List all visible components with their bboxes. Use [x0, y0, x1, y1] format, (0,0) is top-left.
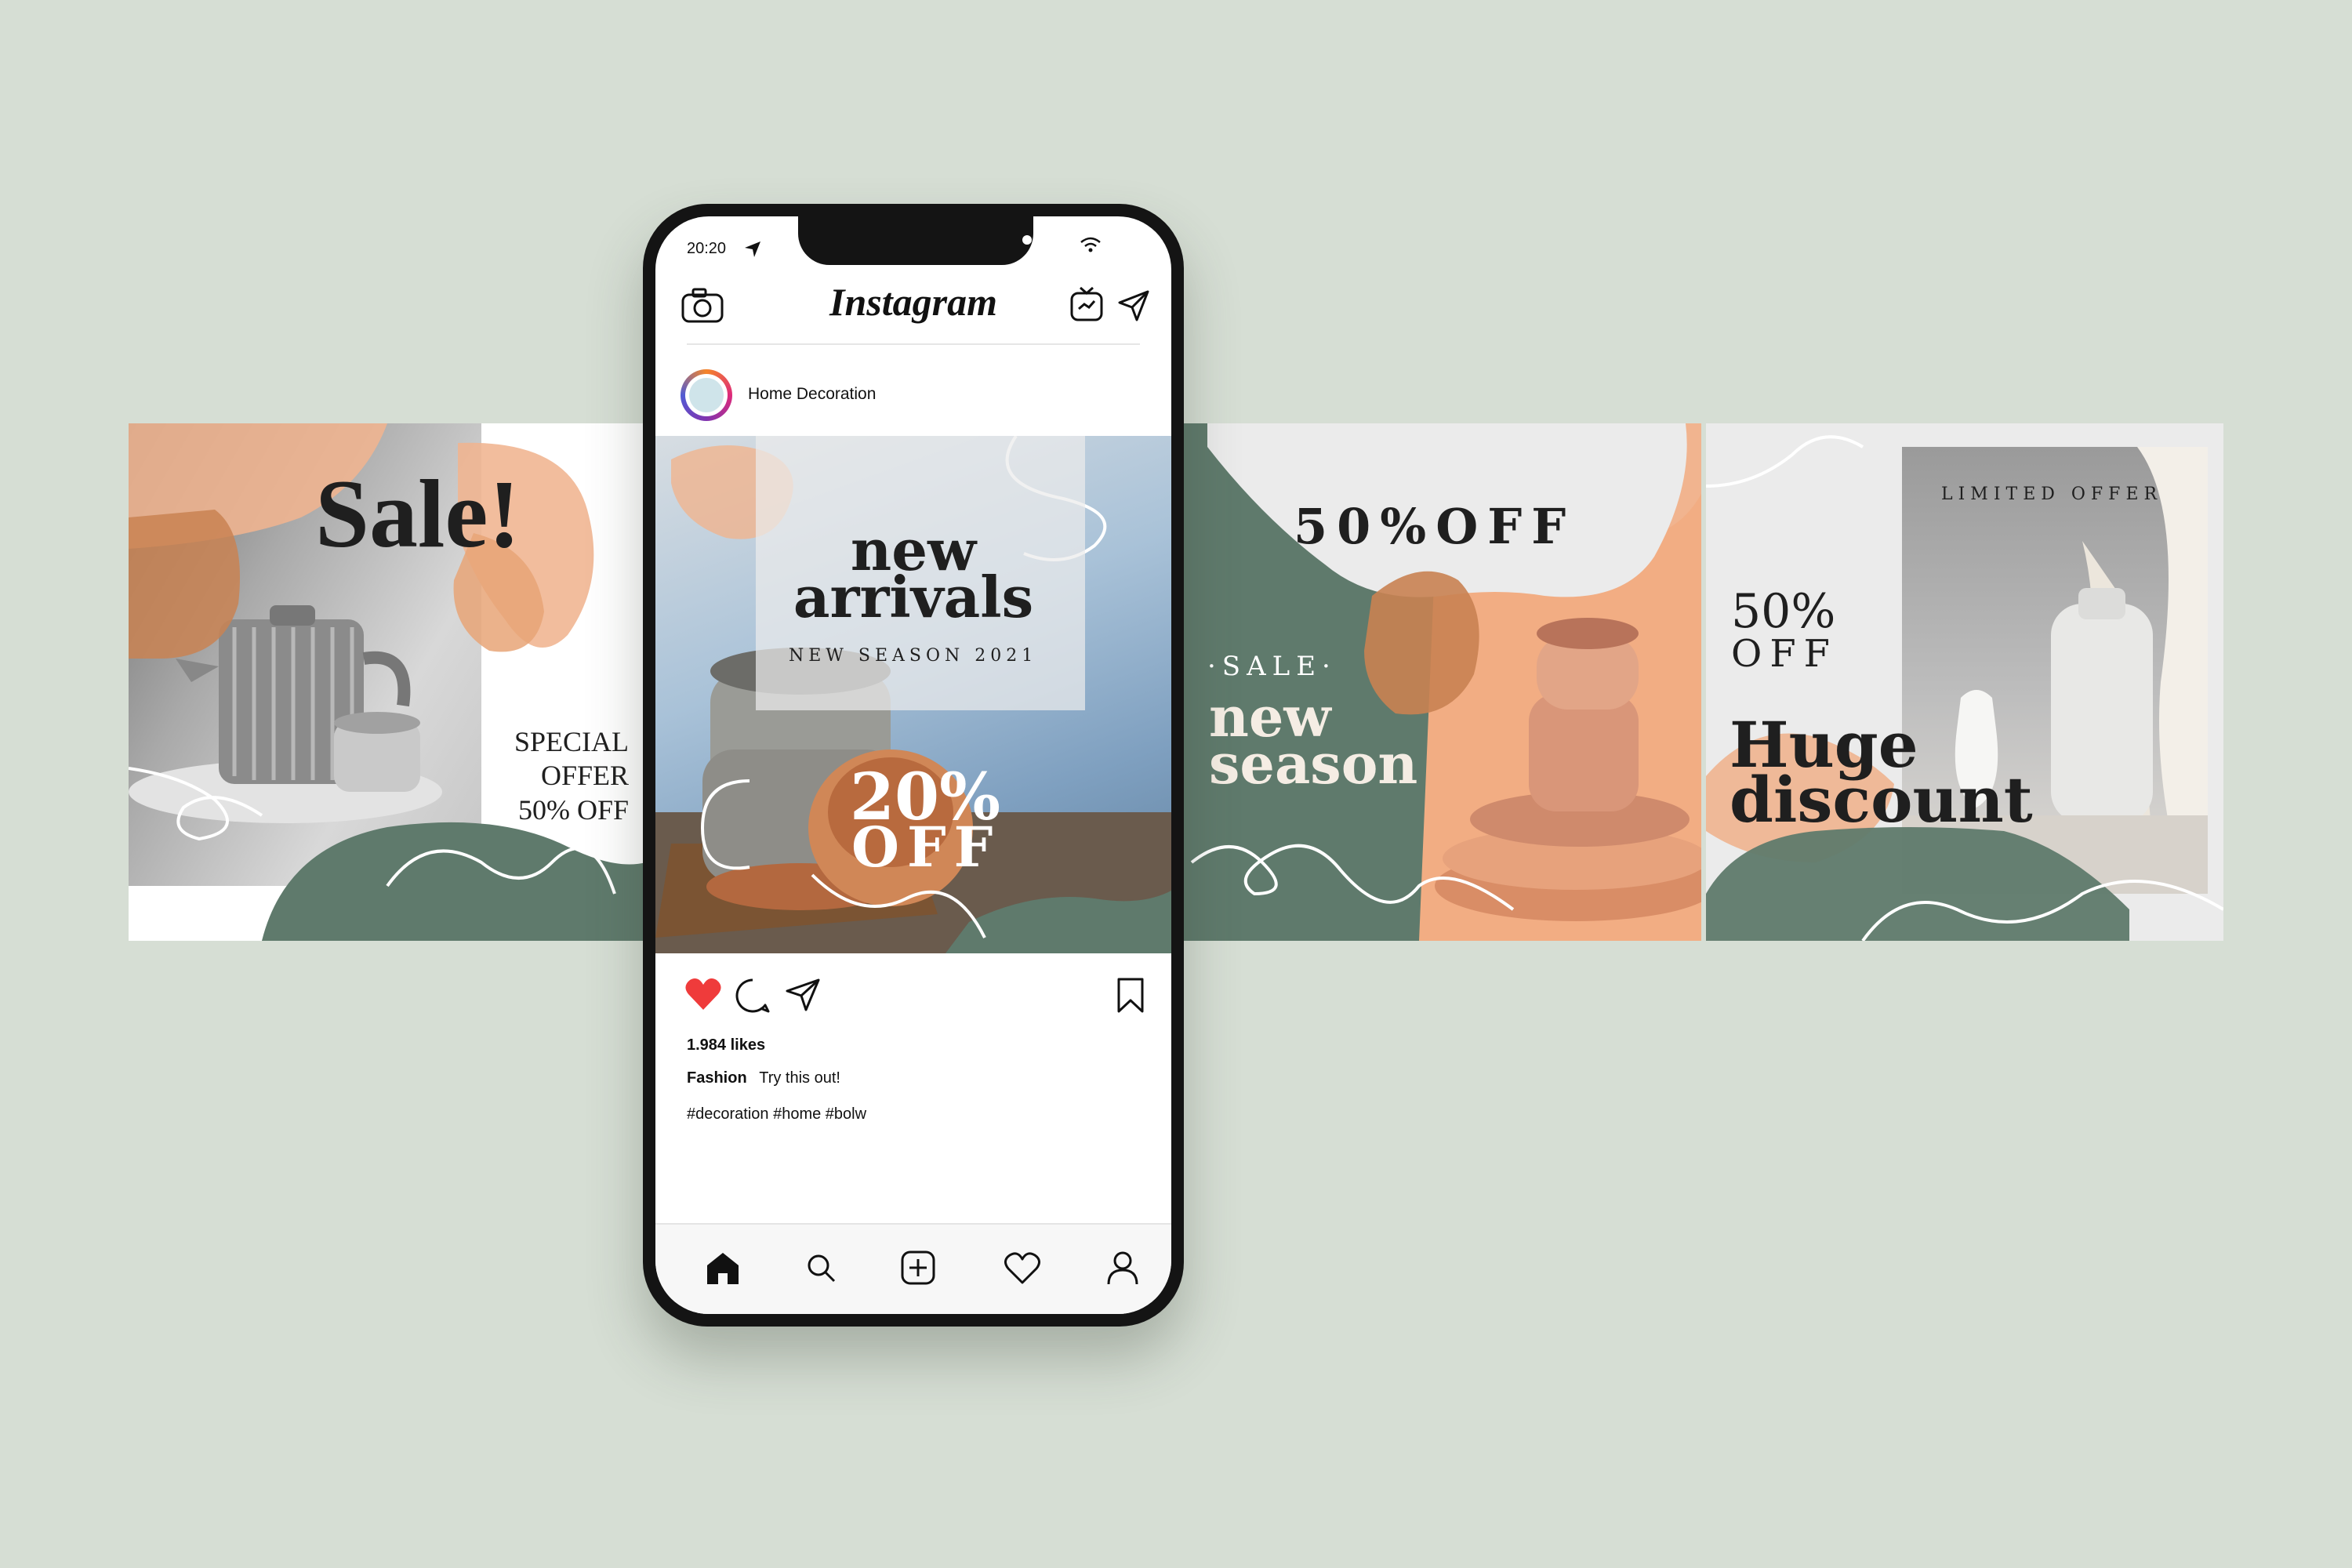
limited-offer-kicker: LIMITED OFFER	[1941, 485, 2163, 504]
phone-notch	[798, 216, 1033, 265]
add-post-icon[interactable]	[900, 1250, 936, 1286]
search-icon[interactable]	[806, 1253, 837, 1284]
likes-count[interactable]: 1.984 likes	[687, 1036, 765, 1054]
comment-icon[interactable]	[734, 977, 771, 1014]
title-line-2: season	[1209, 731, 1418, 797]
home-icon[interactable]	[704, 1250, 742, 1287]
hashtags[interactable]: #decoration #home #bolw	[687, 1105, 866, 1123]
header-divider	[687, 343, 1140, 345]
share-icon[interactable]	[784, 977, 822, 1011]
caption-text: Try this out!	[759, 1069, 840, 1087]
bottom-nav	[655, 1223, 1171, 1314]
profile-icon[interactable]	[1105, 1250, 1140, 1286]
caption-username[interactable]: Fashion	[687, 1069, 747, 1087]
slide-subtitle: NEW SEASON 2021	[789, 646, 1038, 666]
special-offer-line-1: SPECIAL	[514, 726, 629, 757]
slide-sale: Sale! SPECIAL OFFER 50% OFF	[129, 423, 646, 941]
activity-heart-icon[interactable]	[1004, 1251, 1041, 1286]
discount-line-2: OFF	[1731, 632, 1838, 676]
title-line-2: discount	[1730, 763, 2033, 837]
slide-huge-discount: LIMITED OFFER 50% OFF Huge discount	[1706, 423, 2223, 941]
title-line-2: arrivals	[793, 564, 1034, 630]
location-arrow-icon	[745, 241, 760, 257]
slide-new-season: 50%OFF ·SALE· new season	[1184, 423, 1701, 941]
igtv-icon[interactable]	[1069, 285, 1104, 323]
discount-line-1: 50%	[1731, 584, 1836, 639]
phone-mockup: 20:20 Instagram Home Decoration new arri…	[643, 204, 1184, 1327]
avatar[interactable]	[681, 369, 732, 421]
like-heart-icon[interactable]	[684, 977, 723, 1011]
status-time: 20:20	[687, 240, 727, 257]
instagram-screen: 20:20 Instagram Home Decoration new arri…	[655, 216, 1171, 1314]
caption: Fashion Try this out!	[687, 1069, 840, 1087]
sale-tag: ·SALE·	[1207, 651, 1337, 682]
slide-title: Sale!	[315, 460, 521, 568]
special-offer-line-3: 50% OFF	[517, 794, 629, 826]
bookmark-icon[interactable]	[1115, 977, 1146, 1014]
special-offer-line-2: OFFER	[540, 760, 629, 791]
post-image-new-arrivals[interactable]: new arrivals NEW SEASON 2021 20% OFF	[655, 436, 1171, 953]
direct-message-icon[interactable]	[1116, 289, 1151, 323]
headline-50-off: 50%OFF	[1294, 498, 1576, 555]
discount-line-2: OFF	[851, 815, 1001, 880]
wifi-icon	[1080, 237, 1101, 252]
post-username[interactable]: Home Decoration	[748, 385, 876, 404]
